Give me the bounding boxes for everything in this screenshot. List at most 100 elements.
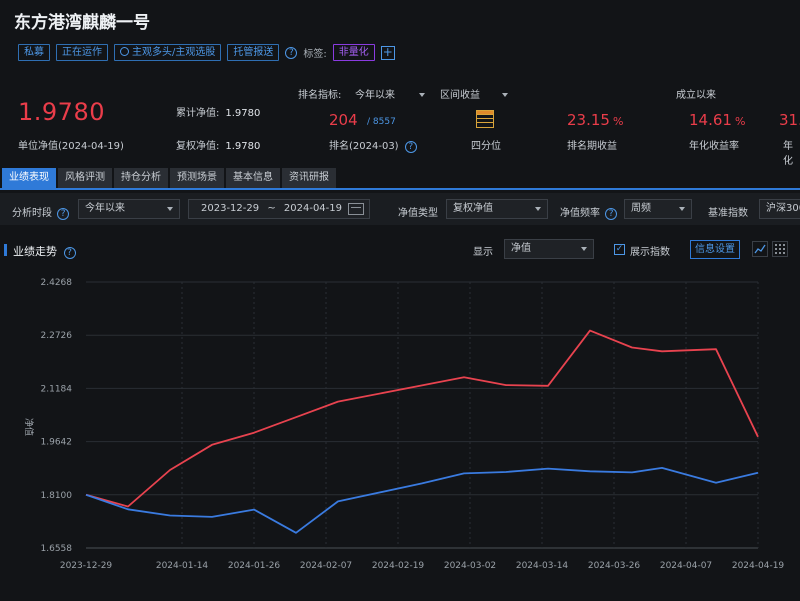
benchmark-value: 沪深300 — [766, 203, 800, 214]
x-tick-label: 2024-01-26 — [228, 561, 281, 571]
add-tag-icon[interactable]: + — [380, 45, 395, 60]
tab-underline — [0, 188, 800, 190]
benchmark-select[interactable]: 沪深300 — [759, 199, 800, 219]
date-separator: ~ — [267, 203, 276, 214]
rank-total: / 8557 — [367, 117, 396, 127]
display-label: 显示 — [473, 247, 493, 258]
x-tick-label: 2024-04-07 — [660, 561, 712, 571]
x-tick-label: 2024-04-19 — [732, 561, 785, 571]
fund-title: 东方港湾麒麟一号 — [14, 13, 150, 33]
date-range-input[interactable]: 2023-12-29 ~ 2024-04-19 — [188, 199, 370, 219]
percent-sign: % — [612, 115, 624, 128]
grid-view-icon[interactable] — [772, 241, 788, 257]
fund-nav-line — [85, 329, 759, 508]
period-dropdown[interactable]: 今年以来 — [355, 86, 425, 101]
help-icon[interactable]: ? — [63, 247, 76, 259]
tag-custody[interactable]: 托管报送 — [227, 44, 280, 61]
help-icon[interactable]: ? — [605, 208, 618, 220]
chevron-down-icon — [535, 207, 541, 211]
nav-type-label: 净值类型 — [398, 208, 438, 219]
display-value: 净值 — [511, 243, 531, 254]
cum-nav: 累计净值: 1.9780 — [176, 104, 260, 119]
tag-label: 标签: — [303, 49, 327, 60]
panel-accent-bar — [4, 244, 7, 256]
percent-sign: % — [734, 115, 746, 128]
help-icon[interactable]: ? — [404, 141, 417, 153]
panel-title: 业绩走势 ? — [13, 243, 76, 259]
cum-nav-label: 累计净值: — [176, 108, 220, 119]
range-dropdown[interactable]: 区间收益 — [440, 86, 508, 101]
rank-return-label: 排名期收益 — [567, 141, 617, 152]
adj-nav: 复权净值: 1.9780 — [176, 137, 260, 152]
rank-return: 23.15% — [567, 111, 623, 129]
rank-date: 排名(2024-03) ? — [329, 137, 417, 153]
x-tick-label: 2024-02-07 — [300, 561, 352, 571]
tab-basic-info[interactable]: 基本信息 — [226, 168, 280, 188]
chart-series — [85, 329, 759, 534]
freq-value: 周频 — [631, 203, 651, 214]
cut-value: 31. — [779, 111, 800, 129]
period-filter-text: 分析时段 — [12, 208, 52, 219]
period-select[interactable]: 今年以来 — [78, 199, 180, 219]
y-tick-label: 1.8100 — [41, 491, 73, 501]
help-icon[interactable]: ? — [57, 208, 70, 220]
tag-strategy[interactable]: 主观多头/主观选股 — [114, 44, 222, 61]
tab-holdings[interactable]: 持仓分析 — [114, 168, 168, 188]
freq-label-text: 净值频率 — [560, 208, 600, 219]
unit-nav-value: 1.9780 — [18, 98, 105, 126]
line-chart-icon[interactable] — [752, 241, 768, 257]
benchmark-label: 基准指数 — [708, 208, 748, 219]
y-tick-label: 1.9642 — [41, 438, 73, 448]
nav-type-value: 复权净值 — [453, 203, 493, 214]
check-circle-icon — [120, 47, 129, 56]
display-select[interactable]: 净值 — [504, 239, 594, 259]
x-axis-ticks: 2023-12-29 2024-01-14 2024-01-26 2024-02-07… — [60, 561, 785, 571]
show-index-checkbox[interactable]: ✓ — [614, 244, 625, 255]
annual-return-label: 年化收益率 — [689, 141, 739, 152]
unit-nav-label: 单位净值(2024-04-19) — [18, 141, 124, 152]
period-select-value: 今年以来 — [85, 203, 125, 214]
adj-nav-label: 复权净值: — [176, 141, 220, 152]
y-axis-label: 净值 — [23, 418, 35, 436]
range-dropdown-value: 区间收益 — [440, 90, 480, 101]
tab-performance[interactable]: 业绩表现 — [2, 168, 56, 188]
tag-status[interactable]: 正在运作 — [56, 44, 108, 61]
rank-date-label: 排名(2024-03) — [329, 141, 399, 152]
x-tick-label: 2024-03-26 — [588, 561, 641, 571]
annual-return-value: 14.61 — [689, 111, 732, 129]
quartile-label: 四分位 — [471, 141, 501, 152]
tab-research[interactable]: 资讯研报 — [282, 168, 336, 188]
tag-non-quant[interactable]: 非量化 — [332, 44, 375, 61]
x-tick-label: 2024-02-19 — [372, 561, 425, 571]
period-filter-label: 分析时段 ? — [12, 204, 70, 220]
performance-chart: 2.4268 2.2726 2.1184 1.9642 1.8100 1.6558 202… — [23, 278, 785, 571]
calendar-icon[interactable] — [348, 203, 364, 215]
chart-grid — [86, 281, 759, 549]
tag-private[interactable]: 私募 — [18, 44, 50, 61]
ranking-indicator-label: 排名指标: — [298, 90, 342, 101]
adj-nav-value: 1.9780 — [225, 141, 261, 152]
settings-button[interactable]: 信息设置 — [690, 240, 740, 259]
filter-bar: 分析时段 ? 今年以来 2023-12-29 ~ 2024-04-19 净值类型… — [0, 193, 800, 225]
help-icon[interactable]: ? — [285, 46, 298, 59]
benchmark-line — [85, 466, 759, 534]
chevron-down-icon — [419, 93, 425, 97]
freq-select[interactable]: 周频 — [624, 199, 692, 219]
tab-style[interactable]: 风格评测 — [58, 168, 112, 188]
tab-scenario[interactable]: 预测场景 — [170, 168, 224, 188]
freq-label: 净值频率 ? — [560, 204, 618, 220]
y-tick-label: 2.4268 — [41, 278, 73, 288]
nav-type-select[interactable]: 复权净值 — [446, 199, 548, 219]
date-start: 2023-12-29 — [201, 203, 260, 214]
tab-bar: 业绩表现 风格评测 持仓分析 预测场景 基本信息 资讯研报 — [0, 168, 800, 188]
chevron-down-icon — [679, 207, 685, 211]
show-index-label: 展示指数 — [630, 247, 670, 258]
tag-strategy-label: 主观多头/主观选股 — [132, 47, 216, 58]
y-tick-label: 2.1184 — [41, 384, 73, 394]
tag-row: 私募 正在运作 主观多头/主观选股 托管报送 ? 标签: 非量化 + — [18, 44, 395, 61]
x-tick-label: 2024-03-02 — [444, 561, 496, 571]
annual-return: 14.61% — [689, 111, 745, 129]
cum-nav-value: 1.9780 — [225, 108, 261, 119]
period-dropdown-value: 今年以来 — [355, 90, 395, 101]
quartile-icon — [476, 110, 494, 128]
